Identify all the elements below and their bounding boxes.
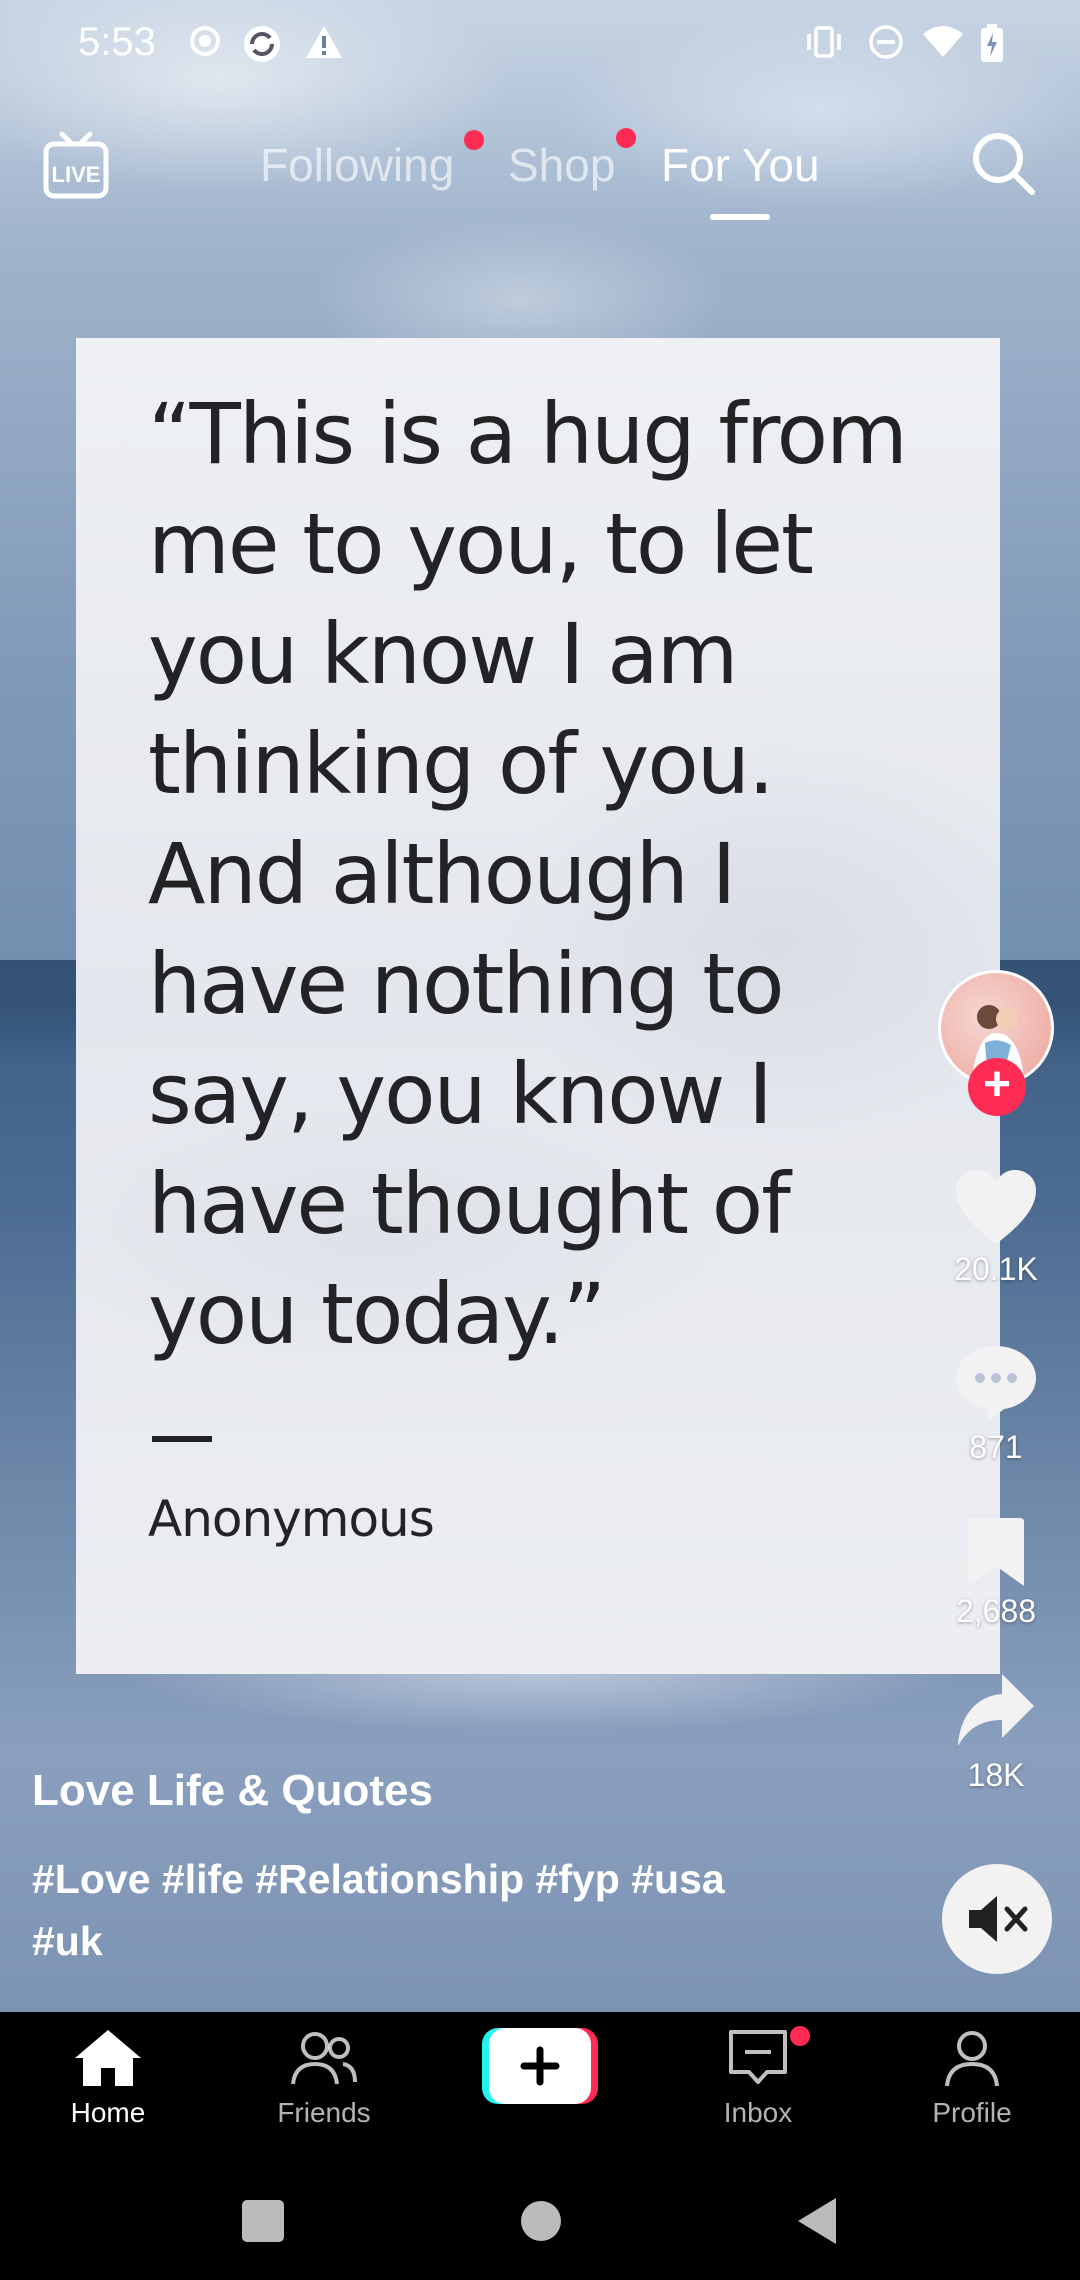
quote-line: you know I am	[148, 605, 738, 703]
nav-inbox[interactable]: Inbox	[678, 2028, 838, 2129]
back-triangle-icon[interactable]	[796, 2196, 838, 2251]
share-arrow-icon	[956, 1674, 1036, 1752]
tab-for-you[interactable]: For You	[661, 138, 820, 192]
status-time: 5:53	[78, 20, 156, 64]
battery-charging-icon	[980, 24, 1004, 67]
shop-notification-dot	[616, 128, 636, 148]
create-plus-icon	[482, 2028, 598, 2108]
home-icon	[73, 2030, 143, 2092]
like-count: 20.1K	[954, 1251, 1038, 1287]
mute-button[interactable]	[942, 1864, 1052, 1974]
wifi-icon	[922, 24, 964, 63]
save-count: 2,688	[955, 1593, 1037, 1629]
quote-card: “This is a hug from me to you, to let yo…	[76, 338, 1000, 1674]
warning-icon	[304, 24, 344, 65]
system-nav-bar	[0, 2162, 1080, 2280]
quote-line: And although I	[148, 825, 736, 923]
vibrate-icon	[804, 24, 844, 65]
top-nav: LIVE Following Shop For You	[0, 120, 1080, 240]
nav-profile-label: Profile	[932, 2097, 1012, 2128]
inbox-notification-dot	[790, 2026, 810, 2046]
save-button[interactable]: 2,688	[936, 1516, 1056, 1630]
bottom-nav: Home Friends Inbox Profile	[0, 2012, 1080, 2162]
heart-icon	[954, 1170, 1038, 1250]
record-icon	[188, 24, 222, 63]
nav-profile[interactable]: Profile	[892, 2028, 1052, 2129]
quote-line: “This is a hug from	[148, 385, 908, 483]
live-label: LIVE	[52, 162, 101, 187]
search-icon[interactable]	[970, 130, 1038, 203]
post-hashtags[interactable]: #Love #life #Relationship #fyp #usa #uk	[32, 1848, 772, 1972]
bookmark-icon	[964, 1518, 1028, 1592]
nav-home[interactable]: Home	[28, 2028, 188, 2129]
status-bar: 5:53	[0, 0, 1080, 88]
quote-author: Anonymous	[148, 1490, 435, 1548]
share-button[interactable]: 18K	[936, 1672, 1056, 1794]
quote-line: thinking of you.	[148, 715, 775, 813]
friends-icon	[289, 2032, 359, 2092]
comment-button[interactable]: 871	[936, 1344, 1056, 1466]
comment-count: 871	[969, 1429, 1023, 1465]
nav-friends-label: Friends	[277, 2097, 371, 2128]
quote-line: have thought of	[148, 1155, 791, 1253]
nav-friends[interactable]: Friends	[244, 2028, 404, 2129]
create-button[interactable]	[482, 2028, 598, 2104]
live-icon[interactable]: LIVE	[42, 128, 110, 205]
sync-icon	[240, 24, 284, 69]
quote-line: you today.”	[148, 1265, 606, 1363]
quote-line: say, you know I	[148, 1045, 773, 1143]
tab-shop[interactable]: Shop	[508, 138, 615, 192]
nav-inbox-label: Inbox	[723, 2097, 793, 2128]
recent-apps-icon[interactable]	[242, 2200, 284, 2247]
following-notification-dot	[464, 130, 484, 150]
speaker-muted-icon	[967, 1894, 1029, 1949]
like-button[interactable]: 20.1K	[936, 1170, 1056, 1288]
quote-dash	[152, 1436, 212, 1442]
do-not-disturb-icon	[868, 24, 904, 65]
quote-line: have nothing to	[148, 935, 785, 1033]
active-tab-indicator	[710, 214, 770, 220]
creator-username[interactable]: Love Life & Quotes	[32, 1766, 433, 1816]
quote-line: me to you, to let	[148, 495, 814, 593]
inbox-icon	[723, 2030, 793, 2092]
comment-icon	[954, 1346, 1038, 1428]
profile-icon	[937, 2031, 1007, 2092]
share-count: 18K	[967, 1757, 1025, 1793]
follow-button[interactable]: +	[968, 1058, 1026, 1116]
nav-home-label: Home	[70, 2097, 146, 2128]
tab-following[interactable]: Following	[260, 138, 454, 192]
home-circle-icon[interactable]	[520, 2200, 562, 2247]
